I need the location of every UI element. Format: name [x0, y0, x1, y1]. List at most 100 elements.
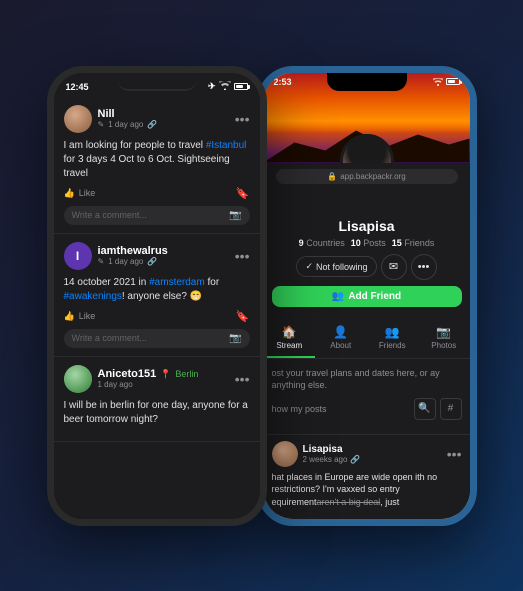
scene: 12:45 ✈ [0, 0, 523, 591]
battery-icon-left [234, 83, 248, 90]
lock-icon: 🔒 [327, 172, 337, 181]
right-post-header: Lisapisa 2 weeks ago 🔗 ••• [272, 441, 462, 467]
avatar-hair [340, 134, 394, 163]
stat-posts-label: Posts [363, 238, 386, 248]
phone-left: 12:45 ✈ [47, 66, 267, 526]
like-button-nill[interactable]: 👍 Like [64, 188, 96, 199]
phone-right: 2:53 [257, 66, 477, 526]
wifi-icon-left [219, 81, 231, 92]
post-user-walrus: I iamthewalrus ✎ 1 day ago 🔗 [64, 242, 168, 270]
friends-tab-icon: 👥 [385, 325, 400, 339]
status-icons-right [433, 78, 460, 86]
stat-countries: 9 Countries [299, 238, 345, 248]
three-dots-nill[interactable]: ••• [235, 111, 250, 127]
like-button-walrus[interactable]: 👍 Like [64, 311, 96, 322]
avatar-letter-walrus: I [76, 249, 79, 263]
show-posts-row: how my posts 🔍 # [272, 398, 462, 420]
post-text-nill: I am looking for people to travel #Istan… [64, 139, 250, 181]
bookmark-icon-walrus[interactable]: 🔖 [236, 310, 250, 323]
add-friend-label: Add Friend [348, 291, 401, 302]
add-friend-button[interactable]: 👥 Add Friend [272, 286, 462, 307]
user-info-nill: Nill ✎ 1 day ago 🔗 [98, 108, 158, 129]
post-text-walrus: 14 october 2021 in #amsterdam for #awake… [64, 276, 250, 304]
bookmark-icon-nill[interactable]: 🔖 [236, 187, 250, 200]
stat-countries-label: Countries [306, 238, 345, 248]
url-text: app.backpackr.org [340, 172, 405, 181]
hash-icon[interactable]: # [440, 398, 462, 420]
three-dots-right-post[interactable]: ••• [447, 446, 462, 462]
stream-tab-icon: 🏠 [282, 325, 297, 339]
tab-about[interactable]: 👤 About [315, 319, 367, 358]
message-button[interactable]: ✉ [381, 254, 407, 280]
stat-countries-value: 9 [299, 238, 304, 248]
username-walrus: iamthewalrus [98, 245, 168, 257]
plane-icon: ✈ [208, 81, 216, 92]
tab-friends[interactable]: 👥 Friends [367, 319, 419, 358]
not-following-label: Not following [316, 262, 368, 272]
link-icon-nill: 🔗 [147, 120, 157, 129]
stat-friends-label: Friends [404, 238, 434, 248]
profile-avatar-img [343, 137, 391, 163]
profile-avatar-right [340, 134, 394, 163]
right-post-meta-text: 2 weeks ago [303, 455, 348, 464]
right-post-text: hat places in Europe are wide open ith n… [272, 471, 462, 509]
tab-photos-label: Photos [431, 341, 456, 350]
right-post-lisapisa: Lisapisa 2 weeks ago 🔗 ••• hat places in… [264, 434, 470, 515]
edit-icon-nill: ✎ [98, 120, 105, 129]
tab-stream[interactable]: 🏠 Stream [264, 319, 316, 358]
profile-body: ost your travel plans and dates here, or… [264, 359, 470, 434]
profile-actions-row: ✓ Not following ✉ ••• [264, 254, 470, 280]
stat-posts-value: 10 [351, 238, 361, 248]
right-post-user-info: Lisapisa 2 weeks ago 🔗 [303, 444, 361, 464]
profile-stats: 9 Countries 10 Posts 15 Friends [264, 238, 470, 248]
profile-tabs: 🏠 Stream 👤 About 👥 Friends 📷 Photos [264, 319, 470, 359]
post-actions-walrus: 👍 Like 🔖 [64, 310, 250, 323]
left-phone-content: Nill ✎ 1 day ago 🔗 ••• I am looking for … [54, 97, 260, 519]
meta-nill: 1 day ago [108, 120, 143, 129]
user-info-aniceto: Aniceto151 📍 Berlin 1 day ago [98, 368, 199, 389]
post-header-nill: Nill ✎ 1 day ago 🔗 ••• [64, 105, 250, 133]
avatar-walrus: I [64, 242, 92, 270]
post-user-aniceto: Aniceto151 📍 Berlin 1 day ago [64, 365, 199, 393]
avatar-aniceto [64, 365, 92, 393]
like-label-nill: Like [79, 188, 96, 198]
right-post-meta: 2 weeks ago 🔗 [303, 455, 361, 464]
hashtag-istanbul: #Istanbul [206, 140, 247, 151]
tab-photos[interactable]: 📷 Photos [418, 319, 470, 358]
location-icon-aniceto: 📍 [160, 369, 171, 380]
more-button[interactable]: ••• [411, 254, 437, 280]
comment-input-walrus[interactable]: Write a comment... 📷 [64, 329, 250, 348]
comment-input-nill[interactable]: Write a comment... 📷 [64, 206, 250, 225]
status-icons-left: ✈ [208, 81, 248, 92]
location-aniceto: Berlin [175, 369, 198, 379]
about-text: ost your travel plans and dates here, or… [272, 367, 462, 392]
time-left: 12:45 [66, 82, 89, 92]
camera-icon-walrus: 📷 [229, 333, 241, 344]
post-walrus: I iamthewalrus ✎ 1 day ago 🔗 ••• [54, 234, 260, 357]
camera-icon-nill: 📷 [229, 210, 241, 221]
post-nill: Nill ✎ 1 day ago 🔗 ••• I am looking for … [54, 97, 260, 234]
post-aniceto: Aniceto151 📍 Berlin 1 day ago ••• I will… [54, 357, 260, 442]
add-friend-icon: 👥 [332, 291, 344, 302]
notch-right [327, 73, 407, 91]
edit-icon-walrus: ✎ [98, 257, 105, 266]
post-user-nill: Nill ✎ 1 day ago 🔗 [64, 105, 158, 133]
like-label-walrus: Like [79, 311, 96, 321]
search-icon[interactable]: 🔍 [414, 398, 436, 420]
comment-placeholder-walrus: Write a comment... [72, 333, 224, 343]
profile-avatar-container [340, 134, 394, 163]
hashtag-awakenings: #awakenings [64, 291, 122, 302]
not-following-button[interactable]: ✓ Not following [296, 256, 376, 277]
post-actions-nill: 👍 Like 🔖 [64, 187, 250, 200]
three-dots-walrus[interactable]: ••• [235, 248, 250, 264]
url-bar: 🔒 app.backpackr.org [276, 169, 458, 184]
stat-friends-value: 15 [392, 238, 402, 248]
url-bar-container: 🔒 app.backpackr.org [264, 163, 470, 184]
battery-fill-right [448, 80, 455, 83]
three-dots-aniceto[interactable]: ••• [235, 371, 250, 387]
time-right: 2:53 [274, 77, 292, 87]
user-info-walrus: iamthewalrus ✎ 1 day ago 🔗 [98, 245, 168, 266]
thumb-icon-nill: 👍 [64, 188, 75, 199]
tab-stream-label: Stream [276, 341, 302, 350]
right-post-username: Lisapisa [303, 444, 361, 455]
